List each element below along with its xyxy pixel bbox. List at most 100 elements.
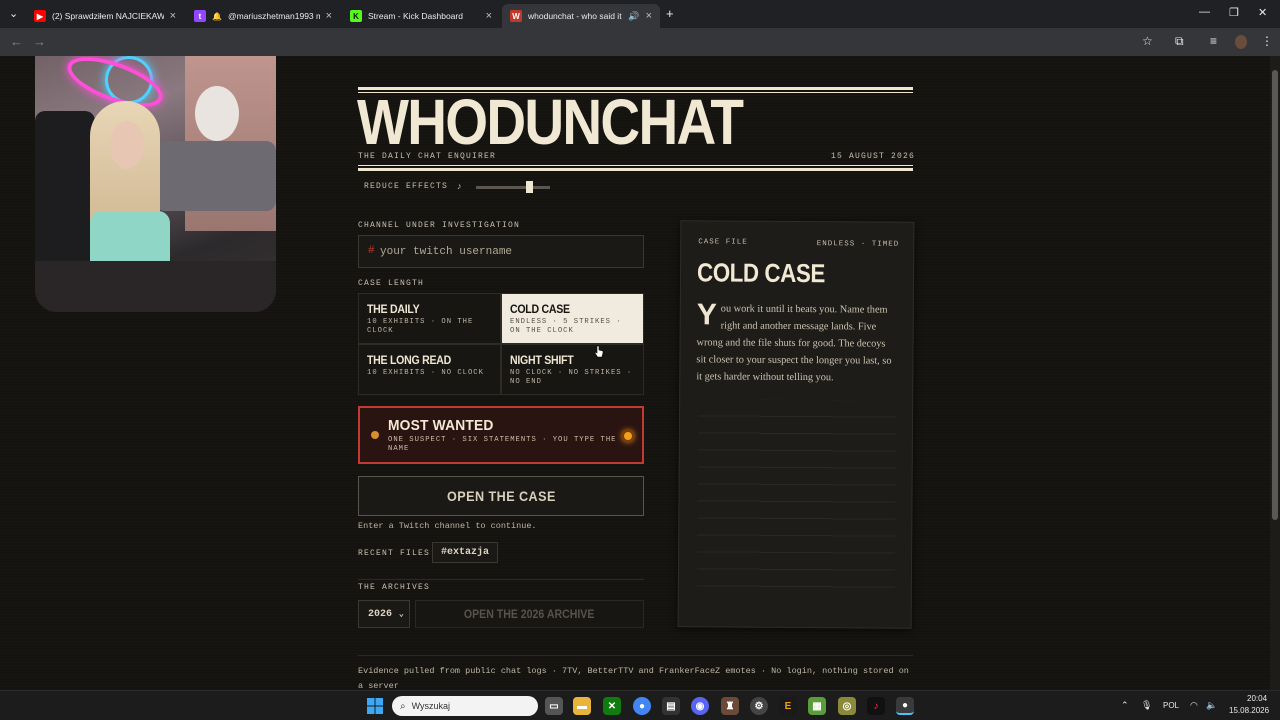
masthead-rule-bottom-thin	[358, 165, 913, 166]
profile-avatar[interactable]	[1235, 35, 1247, 49]
recent-file-chip[interactable]: #extazja	[432, 542, 499, 563]
site-logo[interactable]: WHODUNCHAT	[357, 90, 744, 154]
mode-the-long-read[interactable]: THE LONG READ 10 EXHIBITS · NO CLOCK	[358, 344, 501, 395]
effects-slider-thumb[interactable]	[526, 181, 534, 193]
volume-icon[interactable]: 🔈	[1206, 700, 1217, 711]
microphone-icon[interactable]: 🎙	[1141, 700, 1152, 711]
year-select[interactable]: 2026 ⌄	[358, 600, 410, 628]
most-wanted-toggle[interactable]	[622, 430, 634, 442]
mode-subtitle: 10 EXHIBITS · ON THE CLOCK	[367, 318, 474, 335]
year-value: 2026	[368, 608, 393, 620]
menu-kebab-icon[interactable]: ⋮	[1261, 34, 1273, 48]
scrollbar-thumb[interactable]	[1272, 70, 1278, 520]
divider	[358, 579, 644, 580]
language-indicator[interactable]: POL	[1163, 701, 1179, 710]
mode-title: THE LONG READ	[367, 353, 451, 367]
mode-title: THE DAILY	[367, 302, 420, 316]
clock-date[interactable]: 15.08.2026	[1229, 706, 1269, 715]
bell-icon: 🔔	[212, 11, 222, 21]
forward-icon[interactable]: →	[33, 34, 46, 49]
wifi-icon[interactable]: ◠	[1190, 700, 1198, 711]
status-dot-icon	[371, 431, 379, 439]
recent-files-label: RECENT FILES	[358, 549, 431, 558]
browser-tab-4[interactable]: W whodunchat - who said it i 🔊 ×	[502, 4, 660, 28]
windows-start-icon[interactable]	[366, 697, 384, 715]
hint-text: Enter a Twitch channel to continue.	[358, 521, 537, 531]
browser-tab-2[interactable]: t 🔔 @mariuszhetman1993 men ×	[186, 4, 340, 28]
mode-night-shift[interactable]: NIGHT SHIFT NO CLOCK · NO STRIKES · NO E…	[501, 344, 644, 395]
channel-field[interactable]: #	[358, 235, 644, 268]
taskbar-search[interactable]: ⌕ Wyszukaj	[392, 696, 538, 716]
browser-tab-3[interactable]: K Stream - Kick Dashboard ×	[342, 4, 500, 28]
open-case-label: OPEN THE CASE	[446, 488, 556, 504]
archives-label: THE ARCHIVES	[358, 583, 431, 592]
page-scrollbar[interactable]	[1270, 56, 1280, 690]
minimize-icon[interactable]: —	[1199, 6, 1210, 18]
open-case-button[interactable]: OPEN THE CASE	[358, 476, 644, 516]
channel-input[interactable]	[380, 240, 635, 264]
discord-icon[interactable]: ◉	[691, 697, 709, 715]
footer-text: Evidence pulled from public chat logs · …	[358, 666, 909, 690]
channel-label: CHANNEL UNDER INVESTIGATION	[358, 221, 521, 230]
taskbar-search-placeholder: Wyszukaj	[411, 701, 451, 711]
effects-slider[interactable]	[476, 186, 550, 189]
tab-close-icon[interactable]: ×	[486, 10, 492, 22]
epic-icon[interactable]: E	[779, 697, 797, 715]
chevron-down-icon: ⌄	[398, 609, 404, 619]
case-file-text: ou work it until it beats you. Name them…	[696, 303, 892, 384]
task-view-icon[interactable]: ▭	[545, 697, 563, 715]
steam-icon[interactable]: ⚙	[750, 697, 768, 715]
hash-icon: #	[368, 245, 375, 257]
media-control-icon[interactable]: ≡	[1210, 34, 1217, 48]
windows-taskbar: ⌕ Wyszukaj ▭ ▬ ✕ ● ▤ ◉ ♜ ⚙ E ▦ ◎ ♪ ● ⌃ 🎙…	[0, 690, 1280, 720]
restore-icon[interactable]: ❐	[1229, 6, 1239, 19]
page-content: WHODUNCHAT THE DAILY CHAT ENQUIRER 15 AU…	[0, 56, 1280, 690]
close-window-icon[interactable]: ✕	[1258, 6, 1267, 19]
chrome-icon[interactable]: ●	[633, 697, 651, 715]
kick-icon: K	[350, 10, 362, 22]
minecraft-icon[interactable]: ▦	[808, 697, 826, 715]
obs-icon[interactable]: ◎	[838, 697, 856, 715]
bookmark-star-icon[interactable]: ☆	[1142, 34, 1153, 48]
clock-time[interactable]: 20:04	[1247, 694, 1267, 703]
browser-toolbar: ← → ☆ ⧉ ≡ ⋮	[0, 28, 1280, 56]
webcam-overlay	[35, 56, 276, 312]
tab-title: whodunchat - who said it i	[528, 11, 623, 21]
chrome-active-icon[interactable]: ●	[896, 697, 914, 715]
drop-cap: Y	[696, 298, 717, 332]
tab-search-chevron-icon[interactable]: ⌄	[9, 7, 18, 20]
tab-title: @mariuszhetman1993 men	[228, 11, 320, 21]
masthead-date: 15 AUGUST 2026	[831, 152, 916, 161]
case-file-title: COLD CASE	[696, 257, 825, 289]
tab-close-icon[interactable]: ×	[646, 10, 652, 22]
mode-cold-case[interactable]: COLD CASE ENDLESS · 5 STRIKES · ON THE C…	[501, 293, 644, 344]
footer-rule	[358, 655, 913, 656]
notepad-icon[interactable]: ▤	[662, 697, 680, 715]
xbox-icon[interactable]: ✕	[603, 697, 621, 715]
tab-title: Stream - Kick Dashboard	[368, 11, 463, 21]
whodunchat-icon: W	[510, 10, 522, 22]
file-explorer-icon[interactable]: ▬	[573, 697, 591, 715]
music-note-icon: ♪	[457, 181, 462, 191]
mode-subtitle: ENDLESS · 5 STRIKES · ON THE CLOCK	[510, 318, 622, 335]
youtube-icon: ▶	[34, 10, 46, 22]
browser-tabstrip: ⌄ ▶ (2) Sprawdziłem NAJCIEKAWSZ × t 🔔 @m…	[0, 0, 1280, 28]
mode-subtitle: 10 EXHIBITS · NO CLOCK	[367, 369, 484, 377]
speaker-icon[interactable]: 🔊	[628, 11, 639, 22]
browser-tab-1[interactable]: ▶ (2) Sprawdziłem NAJCIEKAWSZ ×	[26, 4, 184, 28]
tab-close-icon[interactable]: ×	[326, 10, 332, 22]
mode-subtitle: NO CLOCK · NO STRIKES · NO END	[510, 369, 633, 386]
extensions-icon[interactable]: ⧉	[1175, 34, 1184, 49]
back-icon[interactable]: ←	[10, 34, 23, 49]
search-icon: ⌕	[400, 700, 406, 712]
tiktok-icon[interactable]: ♪	[867, 697, 885, 715]
tab-close-icon[interactable]: ×	[170, 10, 176, 22]
teddy-bear	[195, 86, 239, 141]
mode-the-daily[interactable]: THE DAILY 10 EXHIBITS · ON THE CLOCK	[358, 293, 501, 344]
new-tab-button[interactable]: +	[666, 6, 674, 21]
open-archive-label: OPEN THE 2026 ARCHIVE	[464, 607, 595, 621]
tray-overflow-icon[interactable]: ⌃	[1121, 700, 1129, 711]
game-icon[interactable]: ♜	[721, 697, 739, 715]
most-wanted-mode[interactable]: MOST WANTED ONE SUSPECT · SIX STATEMENTS…	[358, 406, 644, 464]
open-archive-button[interactable]: OPEN THE 2026 ARCHIVE	[415, 600, 644, 628]
